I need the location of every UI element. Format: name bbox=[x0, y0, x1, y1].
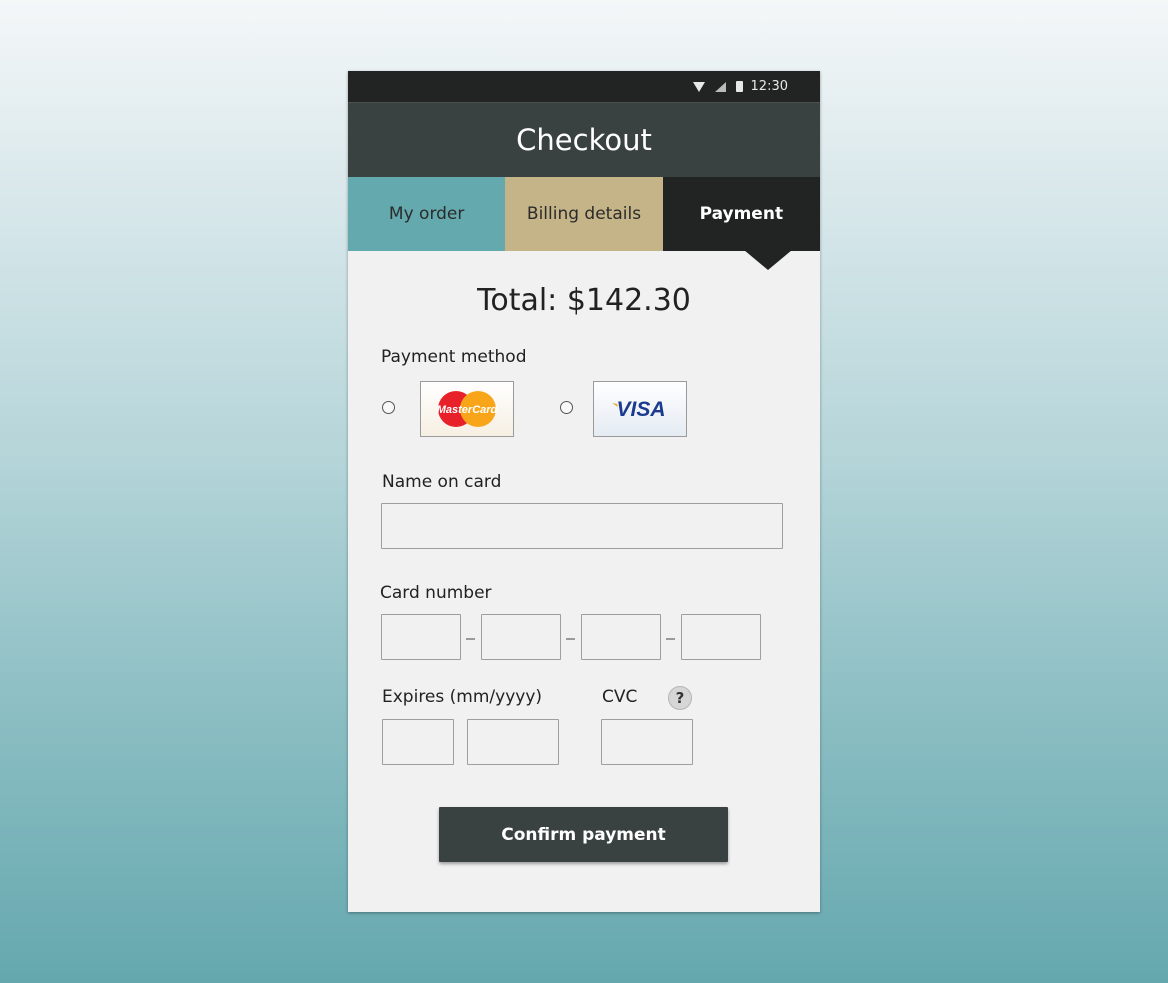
mastercard-logo-text: MasterCard bbox=[437, 404, 498, 416]
visa-logo-text: VISA bbox=[616, 398, 665, 421]
expiry-year-input[interactable] bbox=[467, 719, 559, 765]
cvc-input[interactable] bbox=[601, 719, 693, 765]
tab-label: My order bbox=[388, 204, 465, 224]
tab-billing-details[interactable]: Billing details bbox=[505, 177, 663, 251]
status-time: 12:30 bbox=[750, 79, 788, 94]
payment-method-label: Payment method bbox=[381, 347, 527, 367]
name-on-card-label: Name on card bbox=[382, 472, 502, 492]
card-number-separator bbox=[466, 638, 475, 640]
tab-label: Payment bbox=[699, 204, 784, 224]
visa-logo[interactable]: VISA bbox=[593, 381, 687, 437]
confirm-payment-button[interactable]: Confirm payment bbox=[439, 807, 728, 862]
card-number-separator bbox=[566, 638, 575, 640]
confirm-payment-label: Confirm payment bbox=[501, 824, 666, 845]
tab-label: Billing details bbox=[526, 204, 642, 224]
phone-frame: 12:30 Checkout My order Billing details … bbox=[348, 71, 820, 912]
battery-icon bbox=[735, 81, 743, 92]
name-on-card-input[interactable] bbox=[381, 503, 783, 549]
checkout-tabs: My order Billing details Payment bbox=[348, 177, 820, 251]
card-number-group-2-input[interactable] bbox=[481, 614, 561, 660]
tab-my-order[interactable]: My order bbox=[348, 177, 506, 251]
signal-icon bbox=[714, 81, 726, 92]
cvc-help-icon[interactable]: ? bbox=[668, 686, 692, 710]
order-total: Total: $142.30 bbox=[477, 283, 691, 318]
visa-radio[interactable] bbox=[560, 401, 573, 414]
expires-label: Expires (mm/yyyy) bbox=[382, 687, 543, 707]
card-number-separator bbox=[666, 638, 675, 640]
card-number-group-1-input[interactable] bbox=[381, 614, 461, 660]
visa-icon: VISA bbox=[612, 398, 666, 421]
app-header: Checkout bbox=[348, 102, 820, 177]
mastercard-radio[interactable] bbox=[382, 401, 395, 414]
page-title: Checkout bbox=[516, 123, 652, 157]
tab-payment[interactable]: Payment bbox=[662, 177, 820, 251]
mastercard-logo[interactable]: MasterCard bbox=[420, 381, 514, 437]
expiry-month-input[interactable] bbox=[382, 719, 454, 765]
card-number-label: Card number bbox=[380, 583, 492, 603]
status-bar: 12:30 bbox=[348, 71, 820, 102]
active-tab-pointer bbox=[744, 250, 792, 270]
card-number-group-3-input[interactable] bbox=[581, 614, 661, 660]
mastercard-icon: MasterCard bbox=[437, 391, 498, 427]
wifi-icon bbox=[692, 81, 705, 92]
card-number-group-4-input[interactable] bbox=[681, 614, 761, 660]
cvc-label: CVC bbox=[602, 687, 638, 707]
